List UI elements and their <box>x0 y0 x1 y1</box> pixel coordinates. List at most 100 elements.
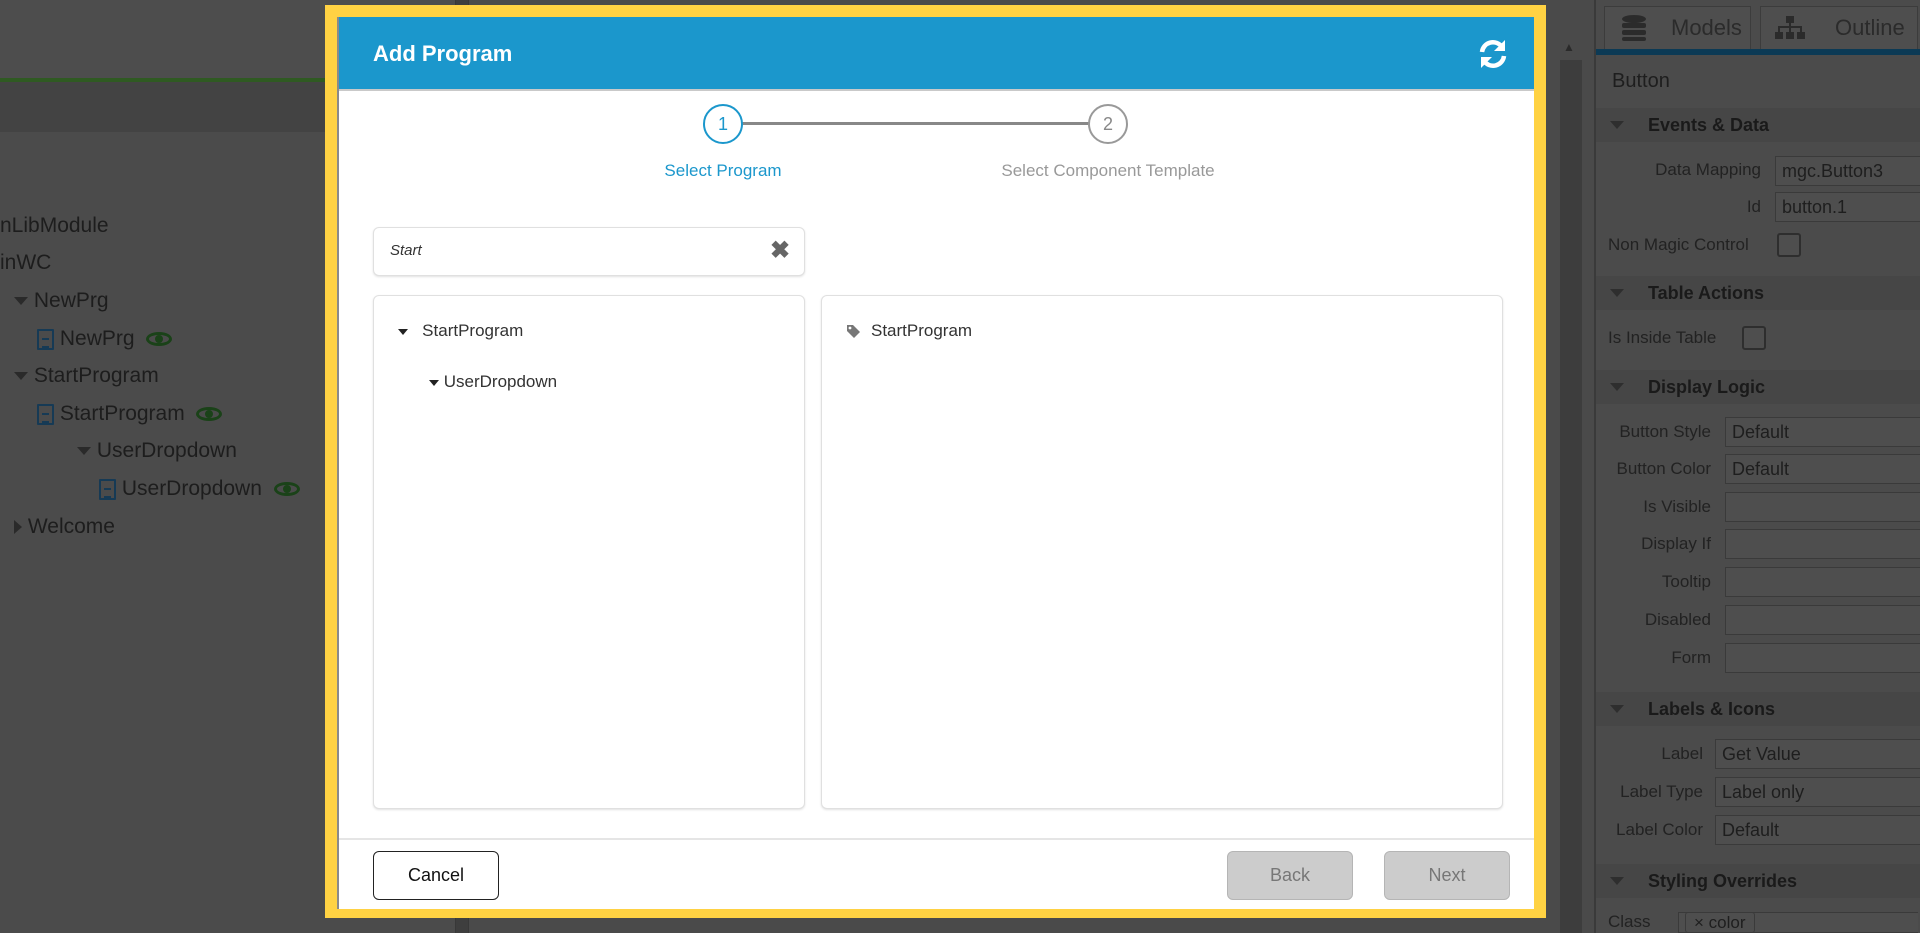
search-input[interactable]: Start ✖ <box>373 227 805 276</box>
form-input[interactable] <box>1725 643 1920 673</box>
canvas-scrollbar[interactable] <box>1560 60 1582 933</box>
tag-icon <box>847 325 860 339</box>
data-mapping-label: Data Mapping <box>1655 160 1761 179</box>
collapse-arrow-icon[interactable] <box>14 520 22 535</box>
button-color-select[interactable]: Default <box>1725 454 1920 484</box>
disabled-input[interactable] <box>1725 605 1920 635</box>
tree-item[interactable]: nLibModule <box>0 214 109 238</box>
label-input[interactable]: Get Value <box>1715 739 1920 769</box>
eye-icon[interactable] <box>146 332 173 347</box>
program-tree-panel: StartProgram UserDropdown <box>373 295 805 809</box>
tree-item[interactable]: NewPrg <box>14 289 109 313</box>
expand-arrow-icon[interactable] <box>14 297 28 306</box>
collapse-arrow-icon <box>1610 877 1624 885</box>
display-if-label: Display If <box>1641 534 1711 553</box>
collapse-arrow-icon <box>1610 289 1624 297</box>
tree-item-label: NewPrg <box>33 289 109 312</box>
eye-icon[interactable] <box>273 482 300 497</box>
expand-arrow-icon[interactable] <box>398 328 408 335</box>
tree-item[interactable]: UserDropdown <box>99 477 300 501</box>
label-type-label: Label Type <box>1620 782 1703 801</box>
file-icon <box>37 403 54 425</box>
cancel-button[interactable]: Cancel <box>373 851 499 900</box>
result-label: StartProgram <box>871 321 973 340</box>
tree-item[interactable]: inWC <box>0 251 51 275</box>
button-style-label: Button Style <box>1619 422 1711 441</box>
program-results-panel: StartProgram <box>821 295 1503 809</box>
tree-item-label: Welcome <box>27 515 115 538</box>
eye-icon[interactable] <box>196 407 223 422</box>
data-mapping-input[interactable]: mgc.Button3 <box>1775 156 1920 186</box>
is-inside-table-label: Is Inside Table <box>1608 328 1717 347</box>
class-chip[interactable]: × color <box>1685 912 1755 933</box>
label-color-select[interactable]: Default <box>1715 815 1920 845</box>
section-title: Display Logic <box>1648 376 1766 397</box>
tooltip-input[interactable] <box>1725 567 1920 597</box>
class-label: Class <box>1608 912 1651 931</box>
display-if-input[interactable] <box>1725 529 1920 559</box>
database-icon <box>1622 15 1646 41</box>
next-button[interactable]: Next <box>1384 851 1510 900</box>
tree-item[interactable]: NewPrg <box>37 327 173 351</box>
collapse-arrow-icon <box>1610 383 1624 391</box>
tree-item-label: inWC <box>0 251 52 274</box>
expand-arrow-icon[interactable] <box>429 379 439 386</box>
section-table-actions[interactable]: Table Actions <box>1596 276 1920 310</box>
stepper-connector <box>724 122 1109 125</box>
id-input[interactable]: button.1 <box>1775 192 1920 222</box>
program-tree-node[interactable]: StartProgram <box>398 321 523 341</box>
tree-item-label: UserDropdown <box>121 477 262 500</box>
section-title: Styling Overrides <box>1648 870 1798 891</box>
scroll-up-icon[interactable]: ▲ <box>1563 40 1575 54</box>
section-styling-overrides[interactable]: Styling Overrides <box>1596 864 1920 898</box>
refresh-icon[interactable] <box>1476 37 1510 71</box>
tree-item-label: UserDropdown <box>96 439 237 462</box>
button-style-select[interactable]: Default <box>1725 417 1920 447</box>
id-label: Id <box>1746 197 1761 216</box>
tree-item[interactable]: StartProgram <box>37 402 223 426</box>
dialog-header: Add Program <box>339 17 1534 91</box>
label-color-label: Label Color <box>1616 820 1703 839</box>
result-item[interactable]: StartProgram <box>846 321 972 341</box>
class-input[interactable]: × color <box>1678 912 1918 933</box>
section-title: Table Actions <box>1648 282 1765 303</box>
sitemap-icon <box>1775 16 1805 39</box>
footer-divider <box>339 838 1534 840</box>
tree-item[interactable]: Welcome <box>14 515 115 539</box>
step-1-label: Select Program <box>664 161 782 180</box>
tab-label: Outline <box>1835 15 1905 40</box>
step-1-circle: 1 <box>703 104 743 144</box>
add-program-dialog: Add Program 1 2 Select Program Select Co… <box>337 17 1534 909</box>
section-labels-icons[interactable]: Labels & Icons <box>1596 692 1920 726</box>
form-label: Form <box>1671 648 1711 667</box>
non-magic-control-label: Non Magic Control <box>1608 235 1749 254</box>
step-2-label: Select Component Template <box>1001 161 1215 180</box>
tab-models[interactable]: Models <box>1604 6 1751 50</box>
is-visible-label: Is Visible <box>1643 497 1711 516</box>
tab-indicator <box>1596 49 1920 55</box>
label-label: Label <box>1661 744 1703 763</box>
tree-item-label: StartProgram <box>33 364 159 387</box>
tree-item-label: nLibModule <box>0 214 109 237</box>
button-color-label: Button Color <box>1616 459 1712 478</box>
is-visible-input[interactable] <box>1725 492 1920 522</box>
tooltip-label: Tooltip <box>1661 572 1711 591</box>
tree-item[interactable]: UserDropdown <box>77 439 237 463</box>
tab-outline[interactable]: Outline <box>1760 6 1918 50</box>
expand-arrow-icon[interactable] <box>77 447 91 456</box>
tree-item[interactable]: StartProgram <box>14 364 159 388</box>
program-tree-node[interactable]: UserDropdown <box>429 372 557 392</box>
search-input-value: Start <box>390 242 422 259</box>
non-magic-control-checkbox[interactable] <box>1777 233 1801 257</box>
tab-label: Models <box>1671 15 1742 40</box>
section-display-logic[interactable]: Display Logic <box>1596 370 1920 404</box>
section-title: Events & Data <box>1648 114 1770 135</box>
tree-item-label: StartProgram <box>59 402 185 425</box>
section-events-data[interactable]: Events & Data <box>1596 108 1920 142</box>
is-inside-table-checkbox[interactable] <box>1742 326 1766 350</box>
expand-arrow-icon[interactable] <box>14 372 28 381</box>
file-icon <box>99 478 116 500</box>
back-button[interactable]: Back <box>1227 851 1353 900</box>
label-type-select[interactable]: Label only <box>1715 777 1920 807</box>
clear-search-icon[interactable]: ✖ <box>770 236 790 265</box>
